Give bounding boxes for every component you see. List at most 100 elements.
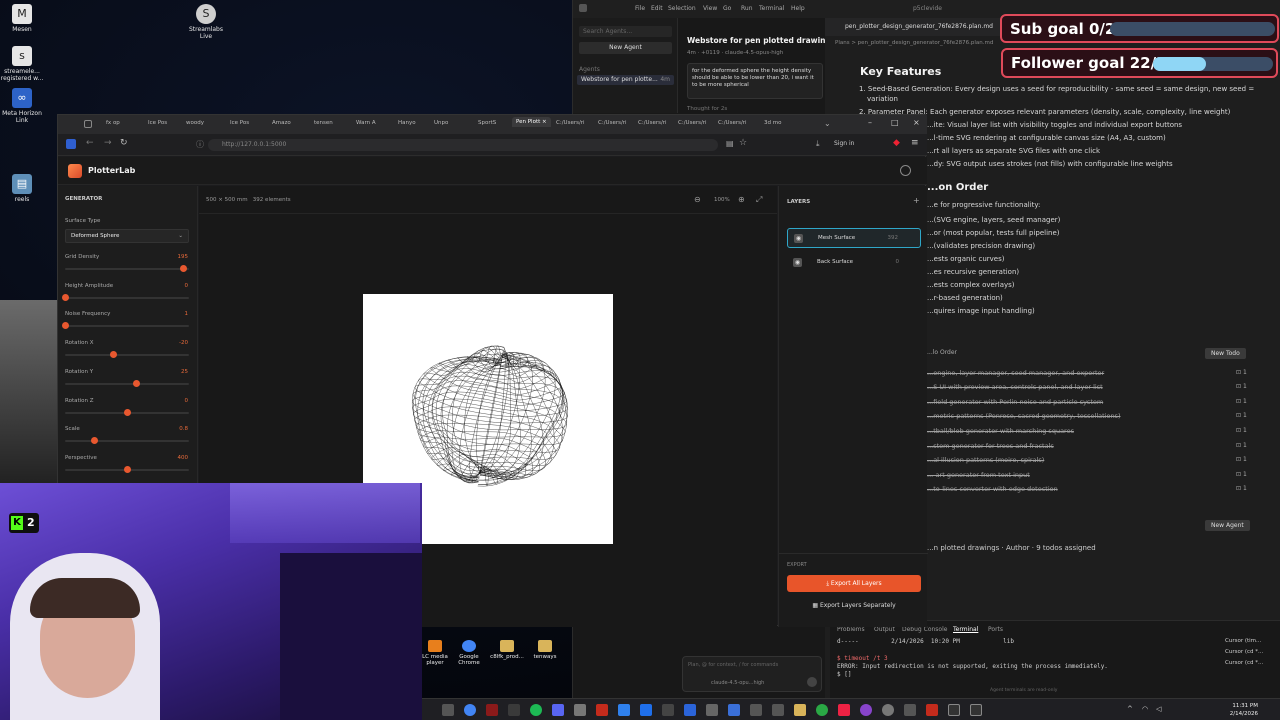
browser-tab[interactable]: woody bbox=[186, 120, 204, 126]
slider-knob[interactable] bbox=[124, 466, 131, 473]
param-slider[interactable] bbox=[65, 351, 189, 358]
visibility-icon[interactable]: ◉ bbox=[794, 234, 803, 243]
forward-icon[interactable]: → bbox=[104, 138, 112, 148]
fit-screen-icon[interactable]: ⤢ bbox=[756, 195, 762, 205]
menu-go[interactable]: Go bbox=[723, 5, 731, 12]
visibility-icon[interactable]: ◉ bbox=[793, 258, 802, 267]
menu-icon[interactable]: ≡ bbox=[911, 138, 919, 148]
browser-tab[interactable]: tensen bbox=[314, 120, 333, 126]
tab-terminal[interactable]: Terminal bbox=[953, 626, 978, 633]
layer-row-mesh-surface[interactable]: ◉ Mesh Surface 392 bbox=[787, 228, 921, 248]
desktop-icon-chrome[interactable]: Google Chrome bbox=[452, 640, 486, 666]
browser-tab[interactable]: 3d mo bbox=[764, 120, 781, 126]
sign-in-button[interactable]: Sign in bbox=[834, 140, 854, 147]
info-icon[interactable]: ⓘ bbox=[196, 139, 204, 150]
discord-icon[interactable] bbox=[552, 704, 564, 716]
volume-icon[interactable]: ◁ bbox=[1156, 705, 1161, 713]
export-all-button[interactable]: ⤓ Export All Layers bbox=[787, 575, 921, 592]
desktop-icon-meta-horizon[interactable]: ∞ Meta Horizon Link bbox=[0, 88, 44, 124]
tab-problems[interactable]: Problems bbox=[837, 626, 865, 633]
folder-taskbar-icon[interactable] bbox=[794, 704, 806, 716]
menu-edit[interactable]: Edit bbox=[651, 5, 663, 12]
help-icon[interactable] bbox=[900, 165, 911, 176]
menu-selection[interactable]: Selection bbox=[668, 5, 696, 12]
browser-tab[interactable]: Ice Pos bbox=[230, 120, 249, 126]
extension-shield-icon[interactable]: ◆ bbox=[893, 138, 900, 148]
slider-knob[interactable] bbox=[124, 409, 131, 416]
app-taskbar-icon[interactable] bbox=[838, 704, 850, 716]
slider-knob[interactable] bbox=[62, 294, 69, 301]
browser-tab[interactable]: Unpo bbox=[434, 120, 448, 126]
desktop-icon-mesen[interactable]: M Mesen bbox=[0, 4, 44, 33]
terminal-prompt[interactable]: $ [] bbox=[837, 671, 851, 678]
param-slider[interactable] bbox=[65, 409, 189, 416]
tab-list-chevron-icon[interactable]: ⌄ bbox=[824, 119, 831, 128]
browser-tab[interactable]: Amazo bbox=[272, 120, 291, 126]
tab-debug-console[interactable]: Debug Console bbox=[902, 626, 947, 633]
menu-view[interactable]: View bbox=[703, 5, 717, 12]
browser-tab[interactable]: C:/Users/ri bbox=[598, 120, 627, 126]
app-taskbar-icon[interactable] bbox=[684, 704, 696, 716]
desktop-icon-streamelements[interactable]: s streamele... registered w... bbox=[0, 46, 44, 82]
app-taskbar-icon[interactable] bbox=[706, 704, 718, 716]
spotify-icon[interactable] bbox=[530, 704, 542, 716]
menu-run[interactable]: Run bbox=[741, 5, 753, 12]
param-slider[interactable] bbox=[62, 322, 189, 329]
param-slider[interactable] bbox=[65, 437, 189, 444]
browser-tab[interactable]: fx op bbox=[106, 120, 120, 126]
export-separately-button[interactable]: ▦ Export Layers Separately bbox=[787, 597, 921, 614]
app-taskbar-icon[interactable] bbox=[926, 704, 938, 716]
clock[interactable]: 11:31 PM 2/14/2026 bbox=[1230, 702, 1258, 718]
app-taskbar-icon[interactable] bbox=[860, 704, 872, 716]
browser-tab-active[interactable]: Pen Plott × bbox=[512, 117, 551, 127]
new-todo-button[interactable]: New Todo bbox=[1205, 348, 1246, 359]
tab-output[interactable]: Output bbox=[874, 626, 895, 633]
layer-row-back-surface[interactable]: ◉ Back Surface 0 bbox=[787, 253, 921, 273]
composer[interactable]: Plan, @ for context, / for commands clau… bbox=[682, 656, 822, 692]
browser-tab[interactable]: C:/Users/ri bbox=[638, 120, 667, 126]
add-layer-icon[interactable]: + bbox=[913, 196, 920, 205]
composer-input[interactable]: Plan, @ for context, / for commands bbox=[688, 662, 778, 668]
maximize-icon[interactable]: □ bbox=[891, 118, 899, 127]
app-taskbar-icon[interactable] bbox=[904, 704, 916, 716]
new-agent-button[interactable]: New Agent bbox=[579, 42, 672, 54]
param-slider[interactable] bbox=[62, 294, 189, 301]
app-taskbar-icon[interactable] bbox=[882, 704, 894, 716]
slider-knob[interactable] bbox=[110, 351, 118, 358]
desktop-icon-folder[interactable]: c8lfk_prod... bbox=[490, 640, 524, 660]
menu-terminal[interactable]: Terminal bbox=[759, 5, 784, 12]
browser-tab[interactable]: C:/Users/ri bbox=[556, 120, 585, 126]
slider-knob[interactable] bbox=[90, 437, 98, 444]
app-taskbar-icon[interactable] bbox=[728, 704, 740, 716]
url-input[interactable]: http://127.0.0.1:5000 bbox=[208, 139, 718, 151]
model-selector[interactable]: claude-4.5-opu...high bbox=[711, 680, 764, 686]
desktop-icon-tenways[interactable]: tenways bbox=[528, 640, 562, 660]
browser-tab[interactable]: C:/Users/ri bbox=[678, 120, 707, 126]
desktop-icon-reels[interactable]: ▤ reels bbox=[0, 174, 44, 203]
browser-tab[interactable]: SportS bbox=[478, 120, 496, 126]
desktop-icon-vlc[interactable]: LC media player bbox=[418, 640, 452, 666]
app-taskbar-icon[interactable] bbox=[948, 704, 960, 716]
slider-knob[interactable] bbox=[62, 322, 69, 329]
new-agent-btn-bottom[interactable]: New Agent bbox=[1205, 520, 1250, 531]
slider-knob[interactable] bbox=[132, 380, 140, 387]
back-icon[interactable]: ← bbox=[86, 138, 94, 148]
sidebar-toggle-icon[interactable] bbox=[66, 139, 76, 149]
app-taskbar-icon[interactable] bbox=[816, 704, 828, 716]
slider-knob[interactable] bbox=[179, 265, 187, 272]
tab-overview-icon[interactable] bbox=[84, 120, 92, 128]
app-taskbar-icon[interactable] bbox=[772, 704, 784, 716]
app-taskbar-icon[interactable] bbox=[662, 704, 674, 716]
app-taskbar-icon[interactable] bbox=[750, 704, 762, 716]
param-slider[interactable] bbox=[65, 380, 189, 387]
zoom-in-icon[interactable]: ⊕ bbox=[738, 195, 745, 204]
close-icon[interactable]: × bbox=[913, 118, 920, 127]
send-icon[interactable] bbox=[807, 677, 817, 687]
desktop-icon-streamlabs[interactable]: S Streamlabs Live bbox=[184, 4, 228, 40]
reload-icon[interactable]: ↻ bbox=[120, 138, 128, 148]
zoom-out-icon[interactable]: ⊖ bbox=[694, 195, 701, 204]
param-slider[interactable] bbox=[65, 466, 189, 473]
menu-help[interactable]: Help bbox=[791, 5, 805, 12]
terminal-list-item[interactable]: Cursor (tim... bbox=[1225, 638, 1261, 644]
menu-file[interactable]: File bbox=[635, 5, 645, 12]
